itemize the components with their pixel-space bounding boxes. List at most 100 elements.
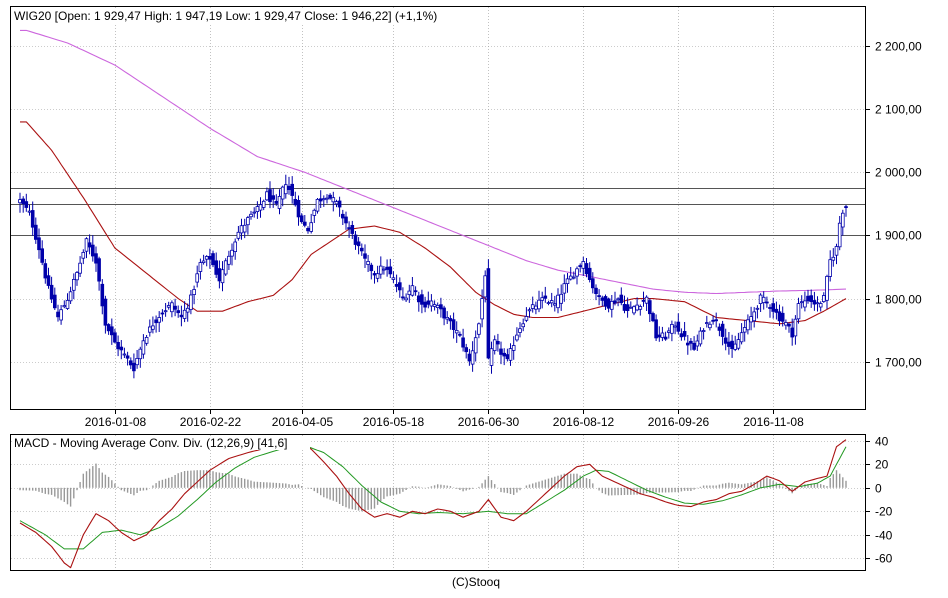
candle-body (812, 300, 817, 305)
candle-body (584, 263, 589, 275)
candle-body (736, 339, 741, 349)
candle-body (40, 248, 44, 263)
candle-body (799, 301, 804, 304)
candle-body (451, 319, 456, 331)
candle-body (318, 198, 323, 202)
candle-body (768, 307, 772, 309)
candle-body (483, 275, 487, 298)
candle-body (701, 330, 706, 333)
candle-body (825, 275, 829, 301)
candle-body (492, 339, 497, 351)
candle-body (302, 221, 307, 226)
candle-body (619, 294, 624, 304)
candle-body (657, 334, 662, 338)
price-y-tick-label: 2 100,00 (875, 103, 922, 117)
candle-body (439, 304, 443, 310)
candle-body (429, 300, 434, 307)
candle-body (549, 300, 554, 304)
candle-body (749, 316, 753, 323)
candle-body (511, 345, 516, 351)
candle-body (486, 268, 491, 359)
candle-body (258, 204, 263, 211)
price-y-tick-label: 1 700,00 (875, 356, 922, 370)
candle-body (423, 301, 427, 308)
candle-body (676, 321, 681, 332)
candle-body (774, 308, 779, 313)
candle-body (331, 197, 336, 203)
candle-body (385, 266, 389, 270)
candle-body (670, 323, 674, 334)
candle-body (435, 304, 440, 308)
candle-body (613, 300, 617, 304)
candle-body (489, 348, 494, 366)
candle-body (230, 249, 234, 257)
candle-body (27, 210, 32, 213)
candle-body (752, 311, 756, 322)
candle-body (87, 242, 92, 248)
candle-body (660, 332, 665, 338)
candle-body (337, 200, 342, 208)
candle-body (841, 212, 845, 228)
candle-body (635, 304, 639, 311)
candle-body (717, 326, 722, 331)
candle-body (629, 306, 633, 309)
candle-body (223, 260, 228, 275)
candle-body (556, 294, 560, 309)
candle-body (553, 303, 557, 306)
candle-body (527, 309, 532, 312)
candle-body (350, 224, 355, 234)
price-y-axis: 1 700,00 1 800,00 1 900,00 2 000,00 2 100,00… (865, 40, 922, 370)
candle (315, 198, 320, 214)
candle-body (502, 352, 506, 357)
candle-body (692, 342, 696, 350)
price-x-tick-label: 2016-01-08 (85, 415, 147, 429)
candle-body (160, 312, 165, 315)
candle-body (822, 295, 826, 302)
candle-body (413, 290, 418, 293)
candle-body (369, 264, 374, 272)
candle-body (416, 295, 421, 303)
candle-body (372, 273, 377, 276)
price-x-tick-label: 2016-02-22 (180, 415, 242, 429)
candle (651, 311, 655, 323)
candle-body (758, 294, 763, 305)
candle-body (648, 300, 652, 315)
candle-body (844, 206, 848, 209)
candle-body (21, 198, 25, 204)
candle-body (530, 304, 535, 309)
candle-body (340, 213, 345, 219)
candle-body (663, 336, 668, 340)
candle-body (606, 298, 611, 309)
candle-body (540, 297, 544, 301)
candle-body (641, 299, 646, 302)
macd-panel-frame (10, 434, 866, 571)
candle-body (714, 319, 718, 322)
candle-body (274, 200, 279, 204)
candle-body (480, 298, 484, 320)
candle-body (382, 268, 386, 271)
candle-body (578, 265, 582, 268)
candle-body (356, 241, 361, 247)
candle-body (445, 316, 449, 320)
candle-body (173, 305, 177, 310)
candle-body (220, 269, 225, 284)
candle-body (211, 253, 215, 266)
candle-body (689, 340, 693, 344)
macd-y-tick-label: -20 (875, 505, 893, 519)
candle-body (473, 337, 478, 354)
candle-body (24, 201, 29, 208)
candle-body (742, 327, 747, 333)
candle-body (765, 301, 769, 304)
candle-body (746, 319, 750, 331)
candle-body (321, 198, 326, 201)
price-x-tick-label: 2016-06-30 (458, 415, 520, 429)
candle-body (280, 186, 285, 200)
candle-body (255, 206, 260, 213)
candle-body (401, 296, 405, 299)
candle-body (777, 311, 782, 322)
candle-body (236, 231, 241, 239)
price-y-tick-label: 1 900,00 (875, 229, 922, 243)
candle-body (179, 314, 184, 318)
candle-body (132, 362, 136, 372)
candle-body (204, 256, 209, 260)
